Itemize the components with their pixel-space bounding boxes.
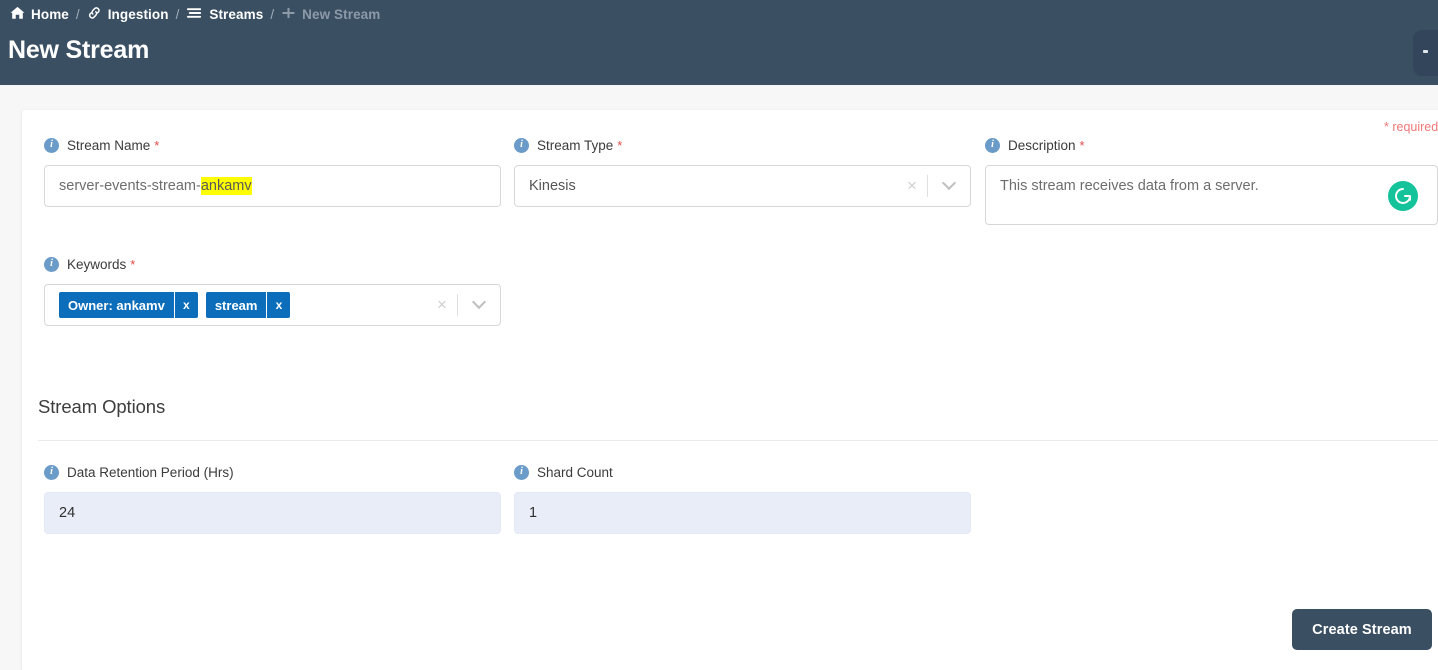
shard-count-value: 1 — [529, 505, 538, 521]
plus-icon — [281, 6, 296, 23]
keywords-label: i Keywords * — [44, 255, 501, 273]
grammarly-icon[interactable] — [1388, 181, 1418, 211]
stream-name-label-text: Stream Name — [67, 137, 151, 153]
section-divider — [38, 440, 1438, 441]
data-retention-value: 24 — [59, 505, 76, 521]
clear-icon[interactable]: × — [897, 176, 927, 196]
keywords-select[interactable]: Owner: ankamv x stream x × — [44, 284, 501, 326]
field-stream-name: i Stream Name * server-events-stream-ank… — [44, 136, 501, 207]
info-icon[interactable]: i — [44, 137, 59, 153]
breadcrumb-item-home[interactable]: Home — [10, 6, 69, 23]
stream-type-value: Kinesis — [529, 178, 576, 194]
clear-icon[interactable]: × — [427, 295, 457, 315]
list-icon — [186, 6, 203, 23]
info-icon[interactable]: i — [44, 256, 59, 272]
link-icon — [87, 6, 102, 23]
shard-count-label: i Shard Count — [514, 463, 971, 481]
required-marker: * — [154, 137, 160, 153]
stream-name-value-highlight: ankamv — [200, 177, 252, 195]
breadcrumb: Home / Ingestion / Streams / New Stream — [10, 3, 380, 25]
header-corner-widget[interactable] — [1413, 30, 1438, 76]
description-label: i Description * — [985, 136, 1438, 154]
stream-name-input[interactable]: server-events-stream-ankamv — [44, 165, 501, 207]
keyword-tag-label: Owner: ankamv — [59, 292, 174, 318]
keyword-tag-label: stream — [205, 292, 267, 318]
shard-count-input[interactable]: 1 — [514, 492, 971, 534]
description-value: This stream receives data from a server. — [1000, 178, 1259, 194]
required-marker: * — [1079, 137, 1085, 153]
keyword-tag[interactable]: Owner: ankamv x — [59, 292, 198, 318]
description-label-text: Description — [1008, 137, 1076, 153]
breadcrumb-separator: / — [175, 6, 180, 22]
required-marker: * — [130, 256, 136, 272]
field-stream-type: i Stream Type * Kinesis × — [514, 136, 971, 207]
required-note: * required — [1384, 120, 1438, 134]
field-shard-count: i Shard Count 1 — [514, 463, 971, 534]
keyword-tag[interactable]: stream x — [205, 292, 291, 318]
breadcrumb-label-new-stream: New Stream — [302, 6, 381, 22]
breadcrumb-separator: / — [270, 6, 275, 22]
info-icon[interactable]: i — [514, 464, 529, 480]
data-retention-label: i Data Retention Period (Hrs) — [44, 463, 501, 481]
info-icon[interactable]: i — [514, 137, 529, 153]
info-icon[interactable]: i — [985, 137, 1000, 153]
info-icon[interactable]: i — [44, 464, 59, 480]
keyword-tag-remove-icon[interactable]: x — [173, 292, 198, 318]
field-keywords: i Keywords * Owner: ankamv x stream x × — [44, 255, 501, 326]
required-marker: * — [617, 137, 623, 153]
breadcrumb-label-ingestion: Ingestion — [107, 6, 169, 22]
stream-options-title: Stream Options — [38, 396, 166, 417]
keyword-tag-remove-icon[interactable]: x — [266, 292, 291, 318]
page-title: New Stream — [8, 36, 150, 64]
chevron-down-icon[interactable] — [928, 175, 970, 191]
field-data-retention: i Data Retention Period (Hrs) 24 — [44, 463, 501, 534]
stream-type-select[interactable]: Kinesis × — [514, 165, 971, 207]
breadcrumb-item-streams[interactable]: Streams — [186, 6, 263, 23]
stream-name-label: i Stream Name * — [44, 136, 501, 154]
page-header: Home / Ingestion / Streams / New Stream … — [0, 0, 1438, 85]
breadcrumb-separator: / — [75, 6, 80, 22]
keyword-tag-list: Owner: ankamv x stream x — [59, 285, 427, 325]
breadcrumb-label-streams: Streams — [209, 6, 264, 22]
home-icon — [10, 6, 25, 23]
stream-type-label-text: Stream Type — [537, 137, 614, 153]
chevron-down-icon[interactable] — [458, 294, 500, 310]
field-description: i Description * This stream receives dat… — [985, 136, 1438, 225]
stream-type-label: i Stream Type * — [514, 136, 971, 154]
breadcrumb-item-new-stream: New Stream — [281, 6, 380, 23]
stream-name-value-prefix: server-events-stream- — [59, 178, 201, 194]
description-textarea[interactable]: This stream receives data from a server. — [985, 165, 1438, 225]
shard-count-label-text: Shard Count — [537, 464, 613, 480]
breadcrumb-item-ingestion[interactable]: Ingestion — [87, 6, 169, 23]
data-retention-input[interactable]: 24 — [44, 492, 501, 534]
widget-indicator-icon — [1423, 50, 1428, 53]
breadcrumb-label-home: Home — [31, 6, 69, 22]
create-stream-button[interactable]: Create Stream — [1292, 609, 1432, 650]
keywords-label-text: Keywords — [67, 256, 127, 272]
data-retention-label-text: Data Retention Period (Hrs) — [67, 464, 234, 480]
